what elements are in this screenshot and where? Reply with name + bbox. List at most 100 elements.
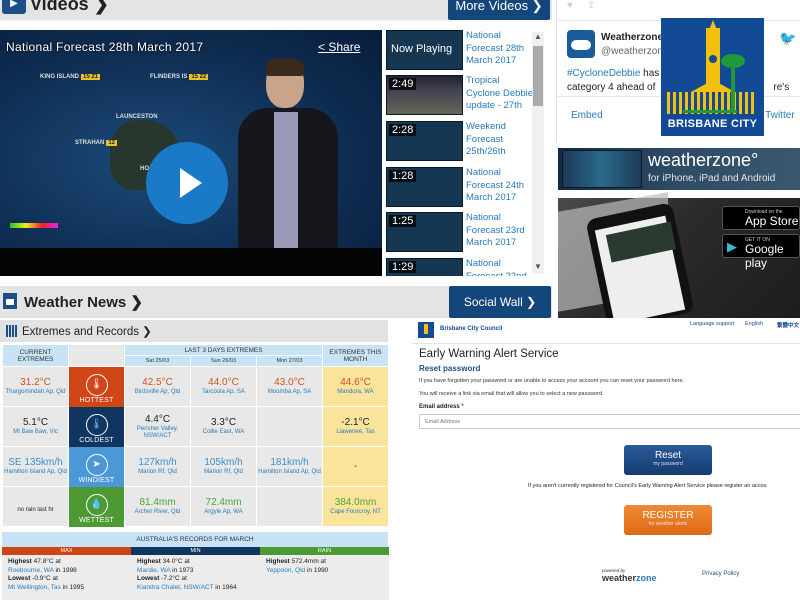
hottest-badge: 🌡 HOTTEST [68,366,125,407]
day-cell [255,406,324,447]
language-support-link[interactable]: Language support [690,321,734,327]
reset-password-button[interactable]: Reset my password [624,445,712,475]
rain-legend [10,223,58,228]
weatherzone-logo[interactable]: weatherzone [602,573,657,583]
day-header: Sun 26/03 [190,355,257,367]
video-title: National Forecast 28th March 2017 [6,40,204,54]
video-thumbnail: 2:49 [386,75,463,115]
twitter-bird-icon[interactable]: 🐦 [779,30,796,47]
app-store-button[interactable]: Download on the App Store [722,206,800,230]
day-cell[interactable]: 3.3°C Collie East, WA [190,406,257,447]
wind-arrow-icon: ➤ [85,453,108,476]
weatherzone-app-banner[interactable]: weatherzone° for iPhone, iPad and Androi… [558,148,800,190]
day-cell[interactable]: 127km/h Marion Rf, Qld [124,446,191,487]
month-cell[interactable]: -2.1°C Liawenee, Tas [322,406,390,447]
video-thumbnail: 1:29 [386,258,463,276]
share-link[interactable]: < Share [318,40,360,54]
play-icon [180,168,202,198]
current-cell[interactable]: 5.1°C Mt Baw Baw, Vic [2,406,69,447]
video-thumbnail: Now Playing [386,30,463,70]
embed-link[interactable]: Embed [571,110,603,121]
current-cell[interactable]: SE 135km/h Hamilton Island Ap, Qld [2,446,69,487]
playlist-item[interactable]: 2:28 Weekend Forecast 25th/26th [386,121,536,163]
day-cell [255,486,324,527]
record-location-link[interactable]: Roebourne, WA [8,567,54,574]
playlist-item[interactable]: 2:49 Tropical Cyclone Debbie update - 27… [386,75,536,117]
video-playlist: Now Playing National Forecast 28th March… [386,30,546,276]
register-info-text: If you aren't currently registered for C… [528,483,767,489]
playlist-item[interactable]: 1:28 National Forecast 24th March 2017 [386,167,536,209]
playlist-item[interactable]: 1:29 National Forecast 22nd [386,258,536,276]
more-videos-button[interactable]: More Videos ❯ [448,0,550,20]
share-icon: < [318,40,326,54]
council-name[interactable]: Brisbane City Council [440,326,502,332]
privacy-policy-link[interactable]: Privacy Policy [702,571,739,577]
records-max-column: MAX Highest 47.8°C at Roebourne, WA in 1… [2,547,131,600]
map-label: STRAHAN 12 [75,140,118,146]
tweet-author-handle[interactable]: @weatherzone [601,46,668,57]
records-min-column: MIN Highest 34.0°C at Mardie, WA in 1973… [131,547,260,600]
windiest-row: SE 135km/h Hamilton Island Ap, Qld ➤ WINDI… [2,446,390,487]
info-text: You will receive a link via email that w… [419,391,604,397]
playlist-item[interactable]: 1:25 National Forecast 23rd March 2017 [386,212,536,254]
extremes-header: Extremes and Records ❯ [0,320,388,342]
register-button[interactable]: REGISTER for weather alerts [624,505,712,535]
playlist-scrollbar[interactable]: ▲ ▼ [532,32,544,274]
day-cell[interactable]: 4.4°C Perisher Valley, NSW/ACT [124,406,191,447]
brisbane-city-logo: BRISBANE CITY [661,18,764,136]
scroll-down-icon[interactable]: ▼ [534,262,542,271]
required-marker: * [461,404,464,410]
day-header: Sat 25/03 [124,355,191,367]
day-cell[interactable]: 181km/h Hamilton Island Ap, Qld [255,446,324,487]
email-input[interactable] [419,414,800,429]
day-cell[interactable]: 44.0°C Tarcoola Ap, SA [190,366,257,407]
day-cell[interactable]: 81.4mm Archer River, Qld [124,486,191,527]
thermometer-icon: 🌡 [85,373,108,396]
info-text: If you have forgotten your password or a… [419,378,685,384]
bcc-form-panel [412,318,800,600]
records-rain-column: RAIN Highest 572.4mm at Yeppoon, Qld in … [260,547,389,600]
col-month: EXTREMES THIS MONTH [322,344,390,367]
record-location-link[interactable]: Yeppoon, Qld [266,567,305,574]
extremes-title[interactable]: Extremes and Records ❯ [22,324,152,338]
video-player[interactable]: KING ISLAND 15 21 FLINDERS IS 15 22 LAUNCE… [0,30,382,276]
current-cell: no rain last hr [2,486,69,527]
record-location-link[interactable]: Kiandra Chalet, NSW/ACT [137,584,213,591]
day-cell[interactable]: 42.5°C Birdsville Ap, Qld [124,366,191,407]
play-button[interactable] [146,142,228,224]
tweet-text: #CycloneDebbie has [567,68,660,79]
record-location-link[interactable]: Mardie, WA [137,567,170,574]
language-english-link[interactable]: English [745,321,763,327]
google-play-icon: ▶ [727,239,737,254]
current-cell[interactable]: 31.2°C Thargomindah Ap, Qld [2,366,69,407]
month-cell[interactable]: 384.0mm Cape Fourcroy, NT [322,486,390,527]
records-title: AUSTRALIA'S RECORDS FOR MARCH [2,532,388,547]
bcc-logo-icon[interactable] [418,322,434,338]
google-play-button[interactable]: ▶ GET IT ON Google play [722,234,800,270]
month-cell[interactable]: 44.6°C Mandora, WA [322,366,390,407]
day-header: Mon 27/03 [255,355,324,367]
day-cell[interactable]: 105km/h Marion Rf, Qld [190,446,257,487]
scrollbar-thumb[interactable] [533,46,543,106]
weatherzone-avatar[interactable] [567,30,595,58]
videos-title[interactable]: Videos ❯ [30,0,109,15]
app-screenshots [562,150,642,188]
day-cell[interactable]: 72.4mm Argyle Ap, WA [190,486,257,527]
day-cell[interactable]: 43.0°C Moomba Ap, SA [255,366,324,407]
play-icon: ▶ [2,0,26,14]
record-location-link[interactable]: Mt Wellington, Tas [8,584,61,591]
playlist-item[interactable]: Now Playing National Forecast 28th March… [386,30,536,72]
tweet-action-icons[interactable]: ♥ ⇪ [567,0,595,11]
palm-tree-icon [721,54,745,68]
app-promo-image: Download on the App Store ▶ GET IT ON Go… [558,192,800,330]
scroll-up-icon[interactable]: ▲ [534,32,542,41]
language-chinese-link[interactable]: 繁體中文 [777,321,799,329]
coldest-row: 5.1°C Mt Baw Baw, Vic 🌡 COLDEST 4.4°C Peris… [2,406,390,447]
hashtag-link[interactable]: #CycloneDebbie [567,68,640,79]
tweet-author-name[interactable]: Weatherzone [601,32,663,43]
social-wall-button[interactable]: Social Wall ❯ [449,286,551,318]
month-cell: - [322,446,390,487]
player-controls-bar [0,248,382,276]
email-label: Email address * [419,404,464,410]
weather-news-title[interactable]: Weather News ❯ [24,293,143,311]
